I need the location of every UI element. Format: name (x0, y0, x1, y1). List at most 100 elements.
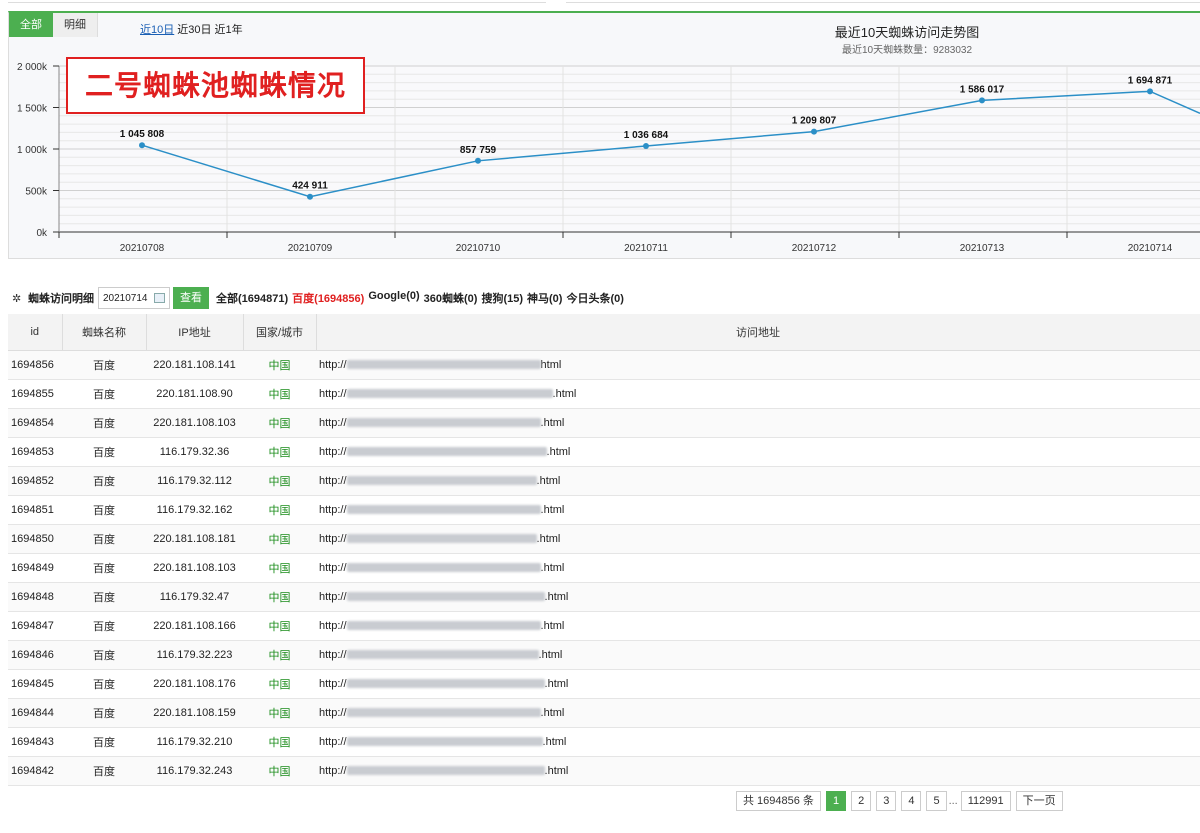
row-spider-name: 百度 (62, 727, 146, 757)
data-point (979, 97, 985, 104)
url-suffix: .html (546, 445, 571, 458)
row-id: 1694848 (8, 582, 62, 612)
table-row: 1694853 百度 116.179.32.36 中国 http:// .html (8, 437, 1200, 467)
filter-3[interactable]: 360蜘蛛(0) (424, 290, 478, 306)
row-ip: 116.179.32.243 (146, 756, 243, 786)
url-prefix: http:// (319, 677, 347, 690)
table-row: 1694852 百度 116.179.32.112 中国 http:// .html (8, 466, 1200, 496)
page-2[interactable]: 2 (851, 791, 872, 811)
row-url[interactable]: http:// .html (316, 640, 1200, 670)
total-count: 共 1694856 条 (736, 791, 821, 811)
row-id: 1694843 (8, 727, 62, 757)
row-url[interactable]: http:// .html (316, 379, 1200, 409)
data-point (139, 142, 145, 149)
next-page-button[interactable]: 下一页 (1015, 791, 1063, 811)
row-id: 1694853 (8, 437, 62, 467)
url-suffix: .html (540, 416, 565, 429)
row-id: 1694855 (8, 379, 62, 409)
row-url[interactable]: http:// .html (316, 582, 1200, 612)
row-id: 1694851 (8, 495, 62, 525)
filter-1[interactable]: 百度(1694856) (292, 290, 364, 306)
row-ip: 220.181.108.181 (146, 524, 243, 554)
filter-2[interactable]: Google(0) (368, 290, 419, 306)
row-ip: 116.179.32.47 (146, 582, 243, 612)
data-label: 857 759 (460, 145, 497, 156)
row-id: 1694845 (8, 669, 62, 699)
data-label: 1 036 684 (624, 130, 669, 141)
filter-5[interactable]: 神马(0) (527, 290, 562, 306)
row-country: 中国 (243, 437, 316, 467)
date-input[interactable]: 20210714 (98, 287, 170, 309)
gear-icon: ✲ (12, 292, 22, 305)
chart-panel: 全部 明细 近10日 近30日 近1年 最近10天蜘蛛访问走势图 最近10天蜘蛛数量… (8, 11, 1200, 259)
row-url[interactable]: http:// .html (316, 466, 1200, 496)
row-url[interactable]: http:// .html (316, 437, 1200, 467)
y-tick-label: 2 000k (17, 62, 48, 73)
blurred-url (346, 505, 541, 515)
row-url[interactable]: http:// .html (316, 408, 1200, 438)
header-spider-name: 蜘蛛名称 (62, 314, 147, 351)
row-spider-name: 百度 (62, 524, 146, 554)
table-header-row: id 蜘蛛名称 IP地址 国家/城市 访问地址 (8, 314, 1200, 351)
table-row: 1694856 百度 220.181.108.141 中国 http:// html (8, 350, 1200, 380)
row-spider-name: 百度 (62, 350, 146, 380)
data-point (811, 128, 817, 135)
blurred-url (346, 563, 541, 573)
url-prefix: http:// (319, 445, 347, 458)
header-id: id (8, 314, 63, 351)
url-prefix: http:// (319, 532, 347, 545)
data-point (1147, 88, 1153, 95)
row-spider-name: 百度 (62, 640, 146, 670)
blurred-url (346, 389, 553, 399)
blurred-url (346, 534, 537, 544)
row-url[interactable]: http:// .html (316, 727, 1200, 757)
filter-6[interactable]: 今日头条(0) (566, 290, 623, 306)
row-spider-name: 百度 (62, 408, 146, 438)
row-spider-name: 百度 (62, 553, 146, 583)
row-country: 中国 (243, 582, 316, 612)
url-suffix: .html (540, 561, 565, 574)
row-url[interactable]: http:// html (316, 350, 1200, 380)
url-suffix: .html (536, 474, 561, 487)
page-5[interactable]: 5 (926, 791, 947, 811)
row-url[interactable]: http:// .html (316, 524, 1200, 554)
x-tick-label: 20210714 (1128, 243, 1173, 254)
table-row: 1694842 百度 116.179.32.243 中国 http:// .html (8, 756, 1200, 786)
url-prefix: http:// (319, 416, 347, 429)
row-ip: 220.181.108.166 (146, 611, 243, 641)
row-url[interactable]: http:// .html (316, 495, 1200, 525)
calendar-icon[interactable] (154, 293, 165, 303)
row-country: 中国 (243, 466, 316, 496)
table-row: 1694844 百度 220.181.108.159 中国 http:// .html (8, 698, 1200, 728)
row-ip: 116.179.32.36 (146, 437, 243, 467)
table-row: 1694855 百度 220.181.108.90 中国 http:// .html (8, 379, 1200, 409)
row-url[interactable]: http:// .html (316, 553, 1200, 583)
page-last[interactable]: 112991 (960, 791, 1011, 811)
row-url[interactable]: http:// .html (316, 669, 1200, 699)
page-1[interactable]: 1 (825, 791, 847, 811)
query-button[interactable]: 查看 (173, 287, 209, 309)
x-tick-label: 20210708 (120, 243, 165, 254)
table-row: 1694846 百度 116.179.32.223 中国 http:// .html (8, 640, 1200, 670)
page-3[interactable]: 3 (876, 791, 897, 811)
row-url[interactable]: http:// .html (316, 611, 1200, 641)
table-row: 1694849 百度 220.181.108.103 中国 http:// .html (8, 553, 1200, 583)
page-4[interactable]: 4 (901, 791, 922, 811)
row-id: 1694852 (8, 466, 62, 496)
url-suffix: .html (536, 532, 561, 545)
row-url[interactable]: http:// .html (316, 756, 1200, 786)
row-id: 1694847 (8, 611, 62, 641)
spider-filters: 全部(1694871) 百度(1694856) Google(0) 360蜘蛛(0) 搜… (216, 290, 628, 306)
y-tick-label: 1 500k (17, 104, 48, 115)
blurred-url (346, 418, 541, 428)
row-ip: 116.179.32.112 (146, 466, 243, 496)
header-ip: IP地址 (146, 314, 244, 351)
row-country: 中国 (243, 524, 316, 554)
blurred-url (346, 737, 543, 747)
filter-0[interactable]: 全部(1694871) (216, 290, 288, 306)
x-tick-label: 20210711 (624, 243, 668, 254)
filter-4[interactable]: 搜狗(15) (481, 290, 523, 306)
url-prefix: http:// (319, 474, 347, 487)
row-url[interactable]: http:// .html (316, 698, 1200, 728)
url-suffix: .html (544, 590, 569, 603)
